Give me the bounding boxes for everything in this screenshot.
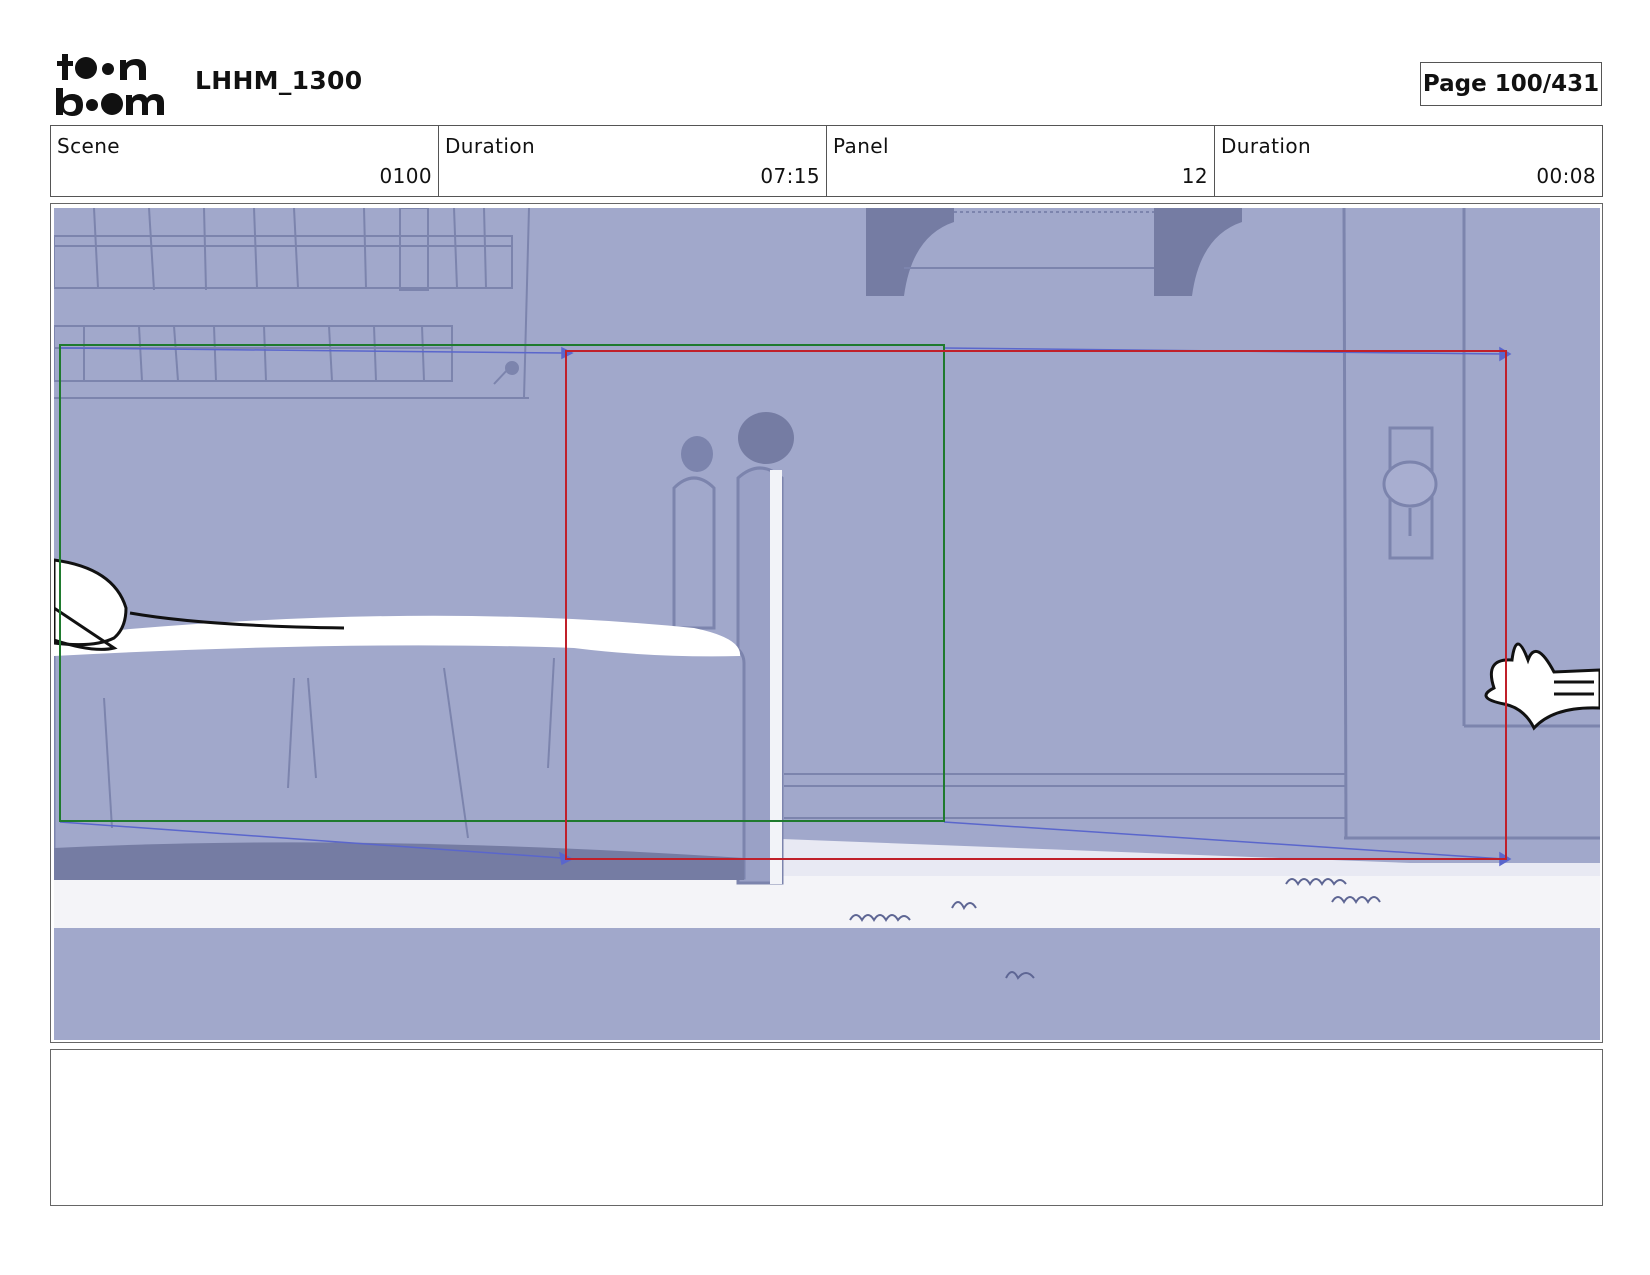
scene-value: 0100: [379, 164, 432, 188]
storyboard-panel-image: [54, 208, 1600, 1040]
scene-label: Scene: [57, 134, 120, 158]
scene-duration-cell: Duration 07:15: [439, 126, 827, 196]
toon-boom-logo: [56, 54, 164, 116]
project-title: LHHM_1300: [195, 66, 363, 95]
panel-value: 12: [1181, 164, 1208, 188]
scene-duration-value: 07:15: [760, 164, 820, 188]
shelf-brackets: [866, 208, 1242, 296]
panel-cell: Panel 12: [827, 126, 1215, 196]
door: [1342, 208, 1600, 840]
scene-duration-label: Duration: [445, 134, 536, 158]
baseboard: [784, 773, 1346, 819]
panel-duration-value: 00:08: [1536, 164, 1596, 188]
page-indicator: Page 100/431: [1420, 62, 1602, 106]
panel-label: Panel: [833, 134, 889, 158]
floor: [54, 928, 1600, 1040]
bed: [54, 615, 746, 880]
scene-info-row: Scene 0100 Duration 07:15 Panel 12 Durat…: [50, 125, 1603, 197]
character-hand: [1484, 642, 1600, 731]
panel-notes-box: [50, 1049, 1603, 1206]
scene-cell: Scene 0100: [51, 126, 439, 196]
wall-shelves: [54, 208, 530, 399]
panel-drawing: [54, 208, 1600, 1040]
panel-duration-cell: Duration 00:08: [1215, 126, 1602, 196]
panel-duration-label: Duration: [1221, 134, 1312, 158]
